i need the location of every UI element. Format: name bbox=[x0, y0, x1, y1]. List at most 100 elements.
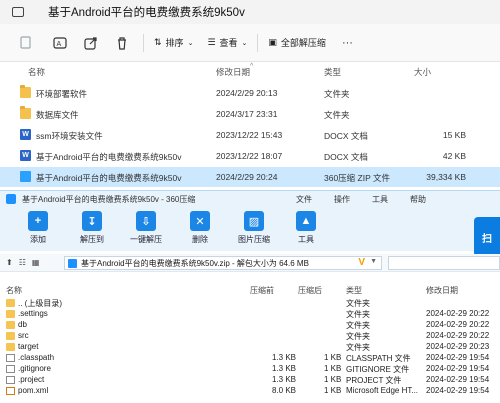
entry-date: 2024-02-29 20:22 bbox=[426, 309, 490, 318]
scan-brand-badge[interactable]: 扫 bbox=[474, 217, 500, 257]
extract-all-label: 全部解压缩 bbox=[280, 38, 326, 48]
file-size: 42 KB bbox=[442, 151, 466, 161]
view-button[interactable]: ☰ 查看 ⌄ bbox=[207, 36, 247, 49]
entry-after: 1 KB bbox=[324, 386, 342, 395]
entry-date: 2024-02-29 20:22 bbox=[426, 331, 490, 340]
entry-type: CLASSPATH 文件 bbox=[346, 354, 411, 363]
archive-row[interactable]: .project 1.3 KB 1 KB PROJECT 文件 2024-02-… bbox=[0, 375, 500, 386]
zip-search-input[interactable] bbox=[388, 256, 500, 270]
column-type[interactable]: 类型 bbox=[346, 285, 362, 296]
column-compressed[interactable]: 压缩前 bbox=[250, 285, 274, 296]
share-icon[interactable] bbox=[80, 32, 102, 54]
file-type: 360压缩 ZIP 文件 bbox=[324, 173, 390, 183]
entry-type: 文件夹 bbox=[346, 299, 370, 308]
image-icon: ▨ bbox=[244, 211, 264, 231]
menu-file[interactable]: 文件 bbox=[296, 194, 312, 205]
image-compress-button[interactable]: ▨ 图片压缩 bbox=[232, 211, 276, 245]
more-label: ··· bbox=[341, 36, 353, 49]
entry-type: 文件夹 bbox=[346, 343, 370, 352]
file-row[interactable]: 环境部署软件 2024/2/29 20:13 文件夹 bbox=[0, 83, 500, 103]
extract-all-button[interactable]: ▣ 全部解压缩 bbox=[268, 36, 326, 49]
entry-name: target bbox=[18, 342, 39, 351]
file-type: DOCX 文档 bbox=[324, 152, 368, 162]
entry-after: 1 KB bbox=[324, 375, 342, 384]
rename-icon[interactable]: A bbox=[49, 32, 71, 54]
column-size[interactable]: 大小 bbox=[414, 66, 431, 78]
column-after[interactable]: 压缩后 bbox=[298, 285, 322, 296]
delete-icon[interactable] bbox=[111, 32, 133, 54]
file-type: 文件夹 bbox=[324, 89, 350, 99]
column-name[interactable]: 名称 bbox=[28, 66, 45, 78]
menu-help[interactable]: 帮助 bbox=[410, 194, 426, 205]
toolbar-divider bbox=[143, 33, 144, 52]
column-name[interactable]: 名称 bbox=[6, 285, 22, 296]
folder-icon bbox=[20, 85, 31, 98]
tools-button[interactable]: ▲ 工具 bbox=[284, 211, 328, 245]
menu-tools[interactable]: 工具 bbox=[372, 194, 388, 205]
file-date: 2024/2/29 20:24 bbox=[216, 172, 278, 182]
up-arrow-icon[interactable]: ⬆ bbox=[6, 258, 13, 267]
archive-row[interactable]: target 文件夹 2024-02-29 20:23 bbox=[0, 342, 500, 353]
copy-icon[interactable] bbox=[14, 32, 36, 54]
entry-after: 1 KB bbox=[324, 364, 342, 373]
toolbar-divider bbox=[257, 33, 259, 52]
one-click-extract-icon: ⇩ bbox=[136, 211, 156, 231]
archive-row[interactable]: src 文件夹 2024-02-29 20:22 bbox=[0, 331, 500, 342]
archive-row[interactable]: pom.xml 8.0 KB 1 KB Microsoft Edge HT...… bbox=[0, 386, 500, 397]
more-button[interactable]: ··· bbox=[342, 37, 353, 49]
column-date[interactable]: 修改日期 bbox=[426, 285, 458, 296]
file-row[interactable]: 数据库文件 2024/3/17 23:31 文件夹 bbox=[0, 104, 500, 124]
archive-row[interactable]: .gitignore 1.3 KB 1 KB GITIGNORE 文件 2024… bbox=[0, 364, 500, 375]
entry-type: 文件夹 bbox=[346, 310, 370, 319]
image-compress-label: 图片压缩 bbox=[238, 235, 270, 244]
file-type: 文件夹 bbox=[324, 110, 350, 120]
file-row[interactable]: W 基于Android平台的电费缴费系统9k50v 2023/12/22 18:… bbox=[0, 146, 500, 166]
file-name: 数据库文件 bbox=[36, 110, 79, 120]
zip-window: 基于Android平台的电费缴费系统9k50v - 360压缩 文件 操作 工具… bbox=[0, 190, 500, 403]
column-type[interactable]: 类型 bbox=[324, 66, 341, 78]
grid-view-icon[interactable]: ▦ bbox=[32, 258, 40, 267]
trash-icon: ✕ bbox=[190, 211, 210, 231]
file-icon bbox=[6, 354, 15, 362]
entry-name: .project bbox=[18, 375, 45, 384]
folder-icon bbox=[20, 106, 31, 119]
entry-name: .classpath bbox=[18, 353, 55, 362]
file-row[interactable]: W ssm环境安装文件 2023/12/22 15:43 DOCX 文档 15 … bbox=[0, 125, 500, 145]
file-icon bbox=[6, 376, 15, 384]
file-date: 2023/12/22 18:07 bbox=[216, 151, 283, 161]
archive-row[interactable]: .classpath 1.3 KB 1 KB CLASSPATH 文件 2024… bbox=[0, 353, 500, 364]
entry-compressed: 1.3 KB bbox=[272, 353, 297, 362]
file-name: 基于Android平台的电费缴费系统9k50v bbox=[36, 152, 182, 162]
add-icon: + bbox=[28, 211, 48, 231]
entry-name: db bbox=[18, 320, 27, 329]
archive-path-field[interactable]: 基于Android平台的电费缴费系统9k50v.zip - 解包大小为 64.6… bbox=[64, 256, 382, 270]
zip-file-icon bbox=[68, 258, 77, 268]
chevron-down-icon[interactable]: ▼ bbox=[370, 258, 377, 265]
extract-to-button[interactable]: ↧ 解压到 bbox=[70, 211, 114, 245]
archive-row[interactable]: db 文件夹 2024-02-29 20:22 bbox=[0, 320, 500, 331]
extract-to-icon: ↧ bbox=[82, 211, 102, 231]
entry-name: .. (上级目录) bbox=[18, 299, 62, 308]
zip-path-bar: ⬆ ☷ ▦ 基于Android平台的电费缴费系统9k50v.zip - 解包大小… bbox=[0, 254, 500, 272]
entry-name: .settings bbox=[18, 309, 48, 318]
entry-date: 2024-02-29 20:23 bbox=[426, 342, 490, 351]
archive-row[interactable]: .. (上级目录) 文件夹 bbox=[0, 298, 500, 309]
sort-up-icon: ^ bbox=[250, 63, 254, 70]
list-view-icon[interactable]: ☷ bbox=[19, 258, 26, 267]
delete-button[interactable]: ✕ 删除 bbox=[178, 211, 222, 245]
file-name: 基于Android平台的电费缴费系统9k50v bbox=[36, 173, 182, 183]
archive-row[interactable]: .settings 文件夹 2024-02-29 20:22 bbox=[0, 309, 500, 320]
add-button[interactable]: + 添加 bbox=[16, 211, 60, 245]
file-type: DOCX 文档 bbox=[324, 131, 368, 141]
view-icon: ☰ bbox=[207, 37, 216, 47]
menu-operate[interactable]: 操作 bbox=[334, 194, 350, 205]
entry-date: 2024-02-29 19:54 bbox=[426, 375, 490, 384]
toolbox-icon: ▲ bbox=[296, 211, 316, 231]
entry-date: 2024-02-29 19:54 bbox=[426, 353, 490, 362]
entry-date: 2024-02-29 19:54 bbox=[426, 386, 490, 395]
file-row-selected[interactable]: 基于Android平台的电费缴费系统9k50v 2024/2/29 20:24 … bbox=[0, 167, 500, 187]
sort-icon: ⇅ bbox=[154, 37, 162, 47]
sort-button[interactable]: ⇅ 排序 ⌄ bbox=[154, 36, 193, 49]
column-date[interactable]: 修改日期 bbox=[216, 66, 250, 78]
one-click-extract-button[interactable]: ⇩ 一键解压 bbox=[124, 211, 168, 245]
